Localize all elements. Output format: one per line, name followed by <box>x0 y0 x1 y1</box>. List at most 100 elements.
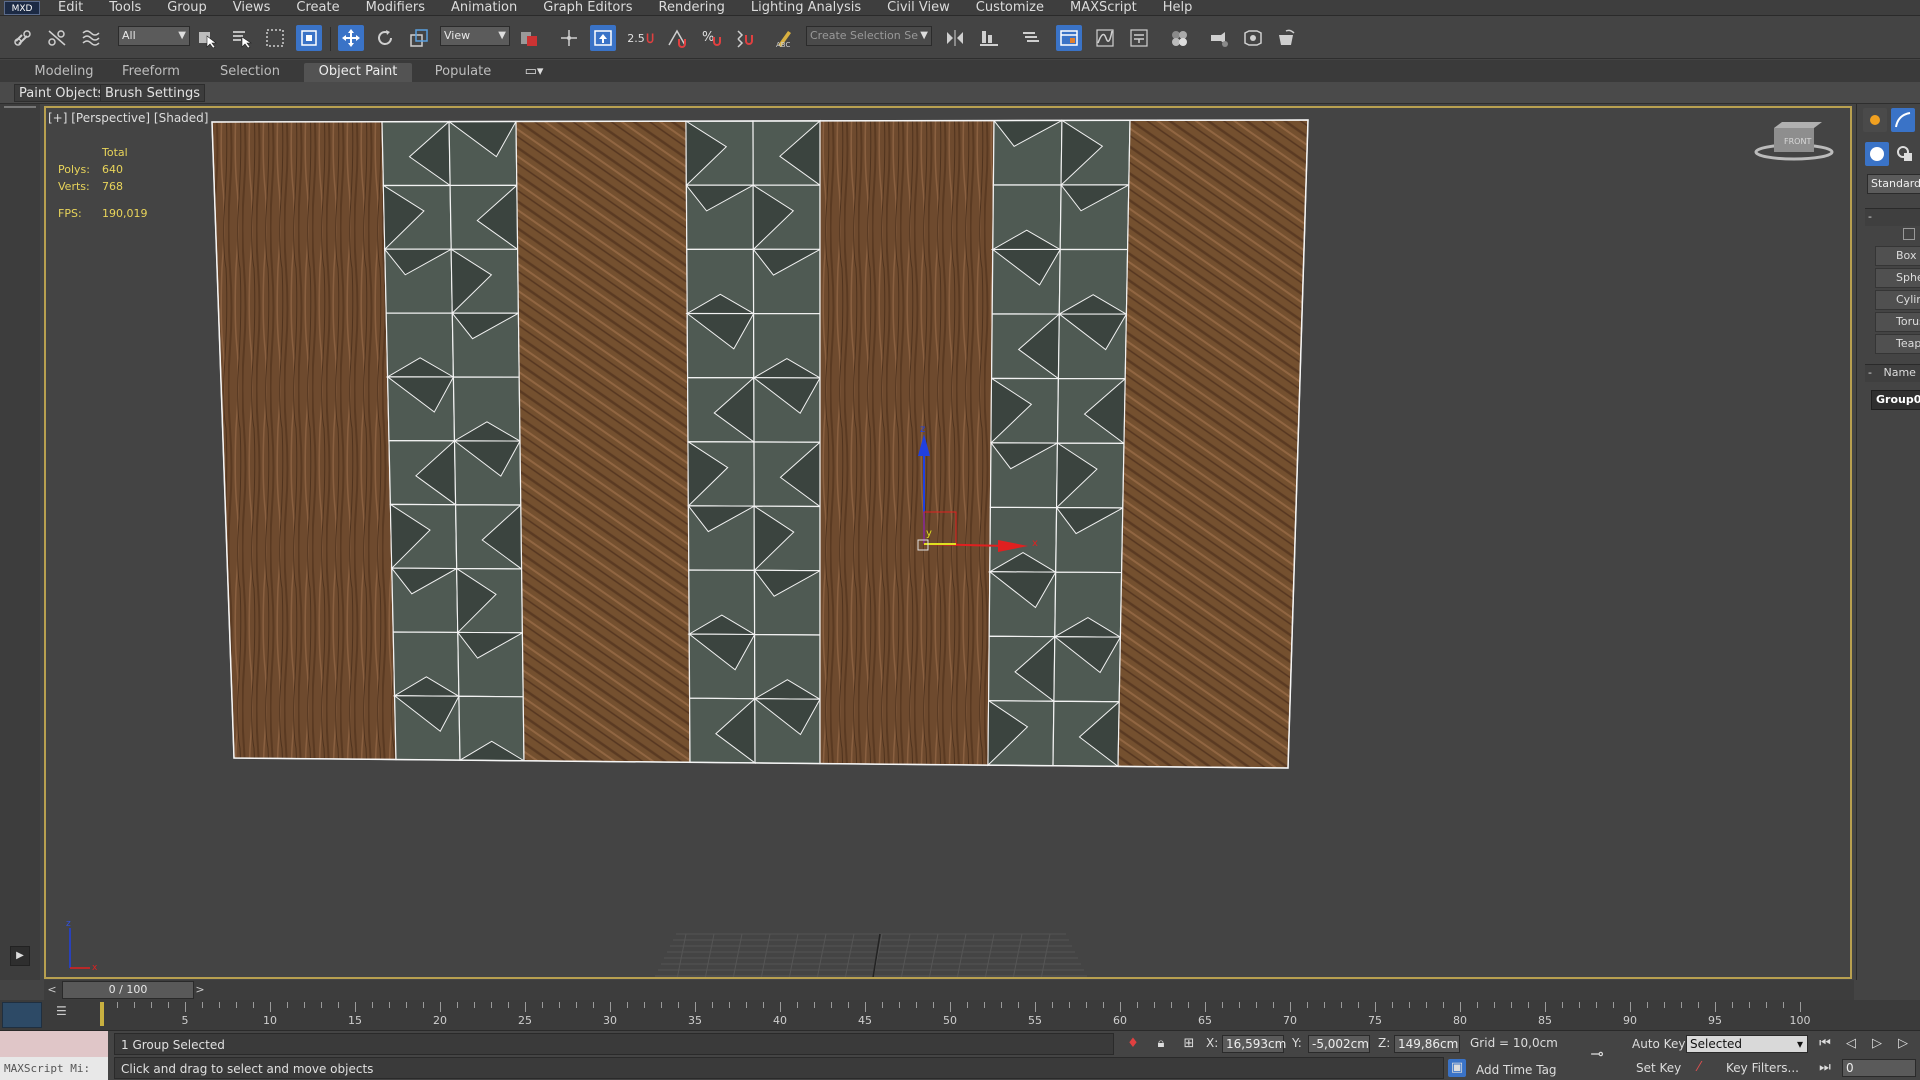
menu-edit[interactable]: Edit <box>58 0 83 16</box>
mirror-icon[interactable] <box>942 25 968 51</box>
add-time-tag-button[interactable]: Add Time Tag <box>1476 1063 1557 1077</box>
menu-views[interactable]: Views <box>233 0 271 16</box>
previous-frame-button[interactable]: < <box>46 982 58 998</box>
isolate-selection-icon[interactable]: ♦ <box>1124 1035 1142 1053</box>
torus-button[interactable]: Torus <box>1875 312 1920 332</box>
named-selection-dropdown[interactable]: Create Selection Se ▼ <box>806 26 932 46</box>
reference-coord-dropdown[interactable]: View ▼ <box>440 26 510 46</box>
tab-modeling[interactable]: Modeling <box>26 63 102 82</box>
bind-space-warp-icon[interactable] <box>78 25 104 51</box>
menu-tools[interactable]: Tools <box>109 0 141 16</box>
scene-explorer-icon[interactable] <box>1018 25 1044 51</box>
set-keys-icon[interactable]: ⊸ <box>1588 1045 1606 1063</box>
wood-plank[interactable] <box>211 121 397 761</box>
paint-objects-button[interactable]: Paint Objects <box>14 84 110 102</box>
selection-filter-dropdown[interactable]: All ▼ <box>118 26 190 46</box>
next-frame-button[interactable]: > <box>194 982 206 998</box>
menu-rendering[interactable]: Rendering <box>659 0 725 16</box>
edit-named-selection-icon[interactable]: ABC <box>772 25 798 51</box>
select-object-icon[interactable] <box>194 25 220 51</box>
menu-help[interactable]: Help <box>1163 0 1193 16</box>
rectangular-selection-icon[interactable] <box>262 25 288 51</box>
key-mode-dropdown[interactable]: Selected ▾ <box>1686 1035 1808 1053</box>
menu-animation[interactable]: Animation <box>451 0 517 16</box>
render-setup-icon[interactable] <box>1206 25 1232 51</box>
wood-plank[interactable] <box>515 120 691 763</box>
key-filters-button[interactable]: Key Filters... <box>1726 1061 1799 1075</box>
snaps-toggle-icon[interactable]: 2.5 <box>626 25 660 51</box>
name-and-color-rollout[interactable]: - Name and Color <box>1865 364 1920 382</box>
select-by-name-icon[interactable] <box>228 25 254 51</box>
menu-group[interactable]: Group <box>167 0 207 16</box>
tab-selection[interactable]: Selection <box>208 63 292 82</box>
tab-populate[interactable]: Populate <box>426 63 500 82</box>
spinner-snap-icon[interactable] <box>732 25 758 51</box>
perspective-viewport[interactable]: y z x FRONT z x [+] [Perspective] [Shade… <box>44 106 1852 979</box>
material-editor-icon[interactable] <box>1166 25 1192 51</box>
wood-plank[interactable] <box>819 119 995 766</box>
select-and-scale-icon[interactable] <box>406 25 432 51</box>
rendered-frame-window-icon[interactable] <box>1240 25 1266 51</box>
ribbon-options-icon[interactable]: ▭▾ <box>518 63 550 82</box>
geometry-icon[interactable] <box>1865 142 1889 166</box>
time-cursor[interactable] <box>100 1002 104 1026</box>
render-production-icon[interactable] <box>1274 25 1300 51</box>
timeline-track[interactable]: 5 10 15 20 25 30 35 40 45 50 55 60 65 70 75 80 85 90 95 100 <box>100 1002 1852 1028</box>
unlink-icon[interactable] <box>44 25 70 51</box>
active-viewport-icon[interactable] <box>2 1002 42 1028</box>
viewcube[interactable]: FRONT <box>1754 122 1834 161</box>
box-button[interactable]: Box <box>1875 246 1920 266</box>
tab-freeform[interactable]: Freeform <box>112 63 190 82</box>
menu-maxscript[interactable]: MAXScript <box>1070 0 1137 16</box>
teapot-button[interactable]: Teapot <box>1875 334 1920 354</box>
menu-lighting-analysis[interactable]: Lighting Analysis <box>751 0 861 16</box>
menu-create[interactable]: Create <box>296 0 339 16</box>
absolute-mode-icon[interactable]: ⊞ <box>1180 1035 1198 1053</box>
menu-graph-editors[interactable]: Graph Editors <box>543 0 632 16</box>
scene-canvas[interactable]: y z x FRONT z x <box>46 108 1852 979</box>
brush-settings-button[interactable]: Brush Settings <box>100 84 205 102</box>
menu-civil-view[interactable]: Civil View <box>887 0 950 16</box>
autogrid-checkbox[interactable] <box>1903 228 1915 240</box>
z-coordinate-field[interactable]: 149,86cm <box>1394 1035 1460 1053</box>
shapes-icon[interactable] <box>1893 142 1917 166</box>
keyboard-shortcut-override-icon[interactable] <box>590 25 616 51</box>
schematic-view-icon[interactable] <box>1126 25 1152 51</box>
wood-plank[interactable] <box>1117 119 1309 769</box>
previous-key-icon[interactable]: ◁ <box>1842 1035 1860 1053</box>
percent-snap-icon[interactable]: % <box>698 25 724 51</box>
app-logo[interactable]: MXD <box>4 0 40 15</box>
angle-snap-icon[interactable] <box>664 25 690 51</box>
time-slider[interactable]: 0 / 100 <box>62 981 194 999</box>
menu-modifiers[interactable]: Modifiers <box>366 0 425 16</box>
select-and-rotate-icon[interactable] <box>372 25 398 51</box>
menu-customize[interactable]: Customize <box>976 0 1044 16</box>
maxscript-mini-listener[interactable]: MAXScript Mi: <box>0 1057 108 1080</box>
tab-object-paint[interactable]: Object Paint <box>304 63 412 82</box>
sun-icon[interactable] <box>1863 108 1887 132</box>
align-icon[interactable] <box>976 25 1002 51</box>
object-type-rollout[interactable]: - <box>1865 208 1920 226</box>
pivot-center-icon[interactable] <box>516 25 542 51</box>
mini-curve-editor-icon[interactable]: ☰ <box>56 1004 76 1022</box>
go-to-start-icon[interactable]: ⏮ <box>1816 1035 1834 1053</box>
sphere-button[interactable]: Sphere <box>1875 268 1920 288</box>
cylinder-button[interactable]: Cylinder <box>1875 290 1920 310</box>
select-manipulate-icon[interactable] <box>556 25 582 51</box>
select-and-move-icon[interactable] <box>338 25 364 51</box>
layer-explorer-icon[interactable] <box>1056 25 1082 51</box>
selection-lock-icon[interactable]: 🔒︎ <box>1152 1035 1170 1053</box>
window-crossing-icon[interactable] <box>296 25 322 51</box>
y-coordinate-field[interactable]: -5,002cm <box>1308 1035 1370 1053</box>
object-name-field[interactable]: Group001 <box>1871 390 1920 410</box>
viewport-label-menu[interactable]: [+] [Perspective] [Shaded] <box>48 111 208 125</box>
current-frame-field[interactable]: 0 <box>1842 1059 1916 1077</box>
wall-geometry[interactable] <box>211 119 1309 769</box>
x-coordinate-field[interactable]: 16,593cm <box>1222 1035 1286 1053</box>
modify-tab-icon[interactable] <box>1891 108 1915 132</box>
viewport-layout-expand-button[interactable]: ▶ <box>10 946 30 966</box>
default-tangent-icon[interactable]: ⁄ <box>1690 1059 1708 1077</box>
link-icon[interactable] <box>10 25 36 51</box>
object-category-dropdown[interactable]: Standard Primitives <box>1867 174 1920 194</box>
set-key-button[interactable]: Set Key <box>1636 1061 1681 1075</box>
